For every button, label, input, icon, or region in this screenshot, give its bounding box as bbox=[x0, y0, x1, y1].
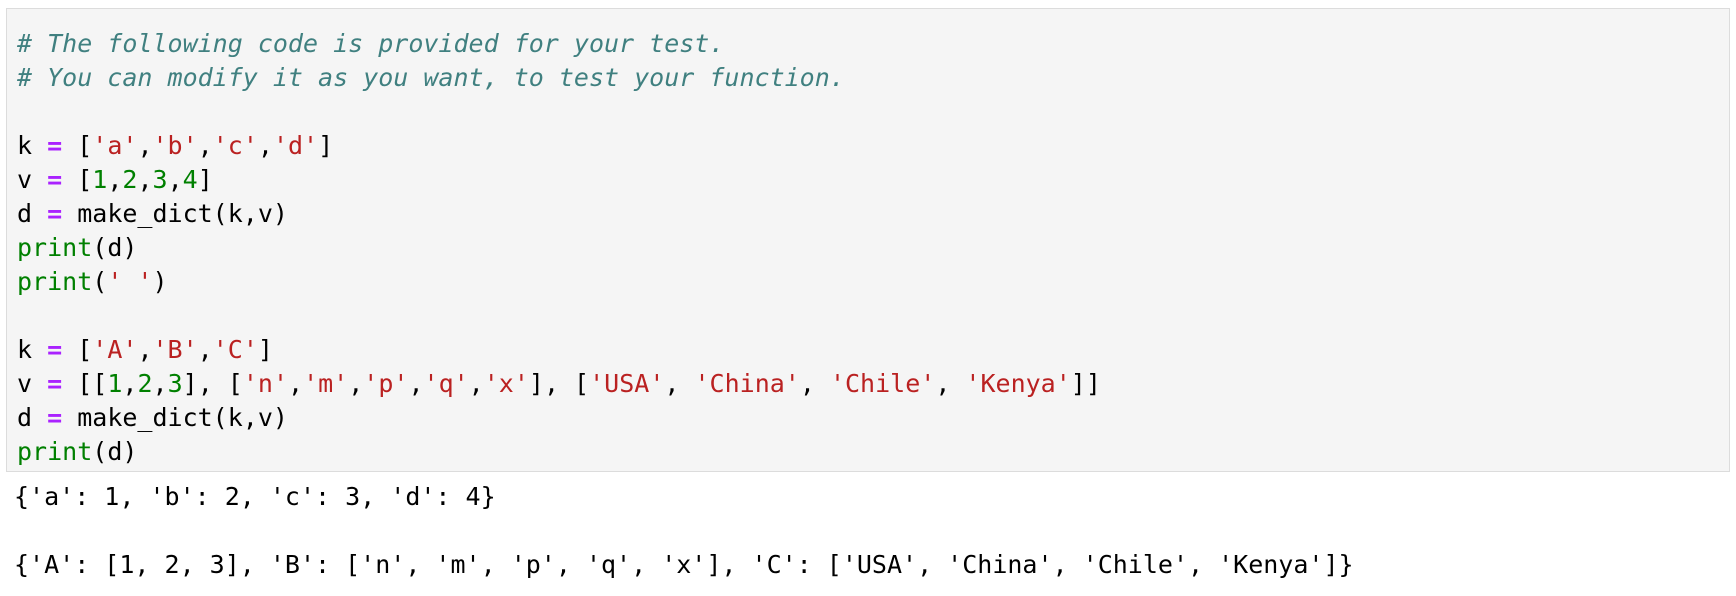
code-token-punct: , bbox=[288, 369, 304, 398]
code-token-num: 4 bbox=[182, 165, 198, 194]
code-token-punct: ], [ bbox=[182, 369, 243, 398]
code-line: print(d) bbox=[17, 435, 1101, 469]
code-token-name: make_dict(k,v) bbox=[62, 403, 288, 432]
code-token-punct: , bbox=[348, 369, 364, 398]
code-token-builtin: print bbox=[17, 437, 93, 466]
code-token-str: 'China' bbox=[694, 369, 800, 398]
code-token-str: 'p' bbox=[363, 369, 409, 398]
code-token-op: = bbox=[47, 335, 63, 364]
code-token-comment: # The following code is provided for you… bbox=[17, 29, 725, 58]
output-line: {'A': [1, 2, 3], 'B': ['n', 'm', 'p', 'q… bbox=[14, 550, 1354, 579]
code-line: d = make_dict(k,v) bbox=[17, 401, 1101, 435]
code-token-punct: (d) bbox=[92, 437, 138, 466]
cell-output-area: {'a': 1, 'b': 2, 'c': 3, 'd': 4} {'A': [… bbox=[0, 480, 1736, 590]
code-editor[interactable]: # The following code is provided for you… bbox=[17, 27, 1101, 469]
code-token-num: 2 bbox=[137, 369, 153, 398]
code-line: k = ['A','B','C'] bbox=[17, 333, 1101, 367]
code-token-str: ' ' bbox=[107, 267, 153, 296]
code-token-op: = bbox=[47, 369, 63, 398]
code-token-name: k bbox=[17, 131, 48, 160]
code-token-num: 1 bbox=[107, 369, 123, 398]
code-token-punct: [[ bbox=[62, 369, 108, 398]
code-token-name: k bbox=[17, 335, 48, 364]
code-token-str: 'USA' bbox=[589, 369, 665, 398]
code-token-num: 2 bbox=[122, 165, 138, 194]
code-token-punct: ( bbox=[92, 267, 108, 296]
code-token-punct: ] bbox=[197, 165, 213, 194]
code-token-op: = bbox=[47, 165, 63, 194]
code-token-str: 'B' bbox=[152, 335, 198, 364]
code-token-punct: ] bbox=[318, 131, 334, 160]
code-token-num: 1 bbox=[92, 165, 108, 194]
cell-output-text: {'a': 1, 'b': 2, 'c': 3, 'd': 4} {'A': [… bbox=[14, 480, 1354, 582]
code-token-str: 'n' bbox=[242, 369, 289, 398]
code-token-punct: , bbox=[408, 369, 424, 398]
code-line: # You can modify it as you want, to test… bbox=[17, 61, 1101, 95]
code-token-punct: , bbox=[468, 369, 484, 398]
code-token-punct: [ bbox=[62, 335, 93, 364]
code-token-punct: , bbox=[799, 369, 830, 398]
code-token-punct: ] bbox=[257, 335, 273, 364]
code-token-str: 'm' bbox=[303, 369, 349, 398]
code-token-str: 'q' bbox=[423, 369, 469, 398]
code-token-name: make_dict(k,v) bbox=[62, 199, 288, 228]
code-token-punct: , bbox=[197, 335, 213, 364]
code-line: d = make_dict(k,v) bbox=[17, 197, 1101, 231]
code-token-str: 'C' bbox=[212, 335, 258, 364]
code-token-op: = bbox=[47, 403, 63, 432]
code-token-name: v bbox=[17, 165, 48, 194]
code-token-punct: , bbox=[664, 369, 695, 398]
code-token-str: 'Chile' bbox=[829, 369, 936, 398]
code-line: v = [[1,2,3], ['n','m','p','q','x'], ['U… bbox=[17, 367, 1101, 401]
output-line: {'a': 1, 'b': 2, 'c': 3, 'd': 4} bbox=[14, 482, 496, 511]
code-token-punct: ) bbox=[152, 267, 168, 296]
code-token-punct: , bbox=[257, 131, 273, 160]
code-token-punct: [ bbox=[62, 131, 93, 160]
code-line: # The following code is provided for you… bbox=[17, 27, 1101, 61]
code-token-str: 'A' bbox=[92, 335, 138, 364]
code-token-name: v bbox=[17, 369, 48, 398]
code-token-punct: ], [ bbox=[528, 369, 590, 398]
code-token-name: d bbox=[17, 403, 48, 432]
code-token-punct: , bbox=[137, 165, 153, 194]
code-token-punct: , bbox=[152, 369, 168, 398]
code-token-punct: , bbox=[107, 165, 123, 194]
code-line: print(' ') bbox=[17, 265, 1101, 299]
code-token-punct: , bbox=[197, 131, 213, 160]
code-token-str: 'Kenya' bbox=[965, 369, 1071, 398]
code-token-punct: , bbox=[137, 131, 153, 160]
code-token-op: = bbox=[47, 131, 63, 160]
code-token-op: = bbox=[47, 199, 63, 228]
code-token-num: 3 bbox=[152, 165, 168, 194]
code-token-str: 'a' bbox=[92, 131, 138, 160]
code-line: print(d) bbox=[17, 231, 1101, 265]
code-token-punct: [ bbox=[62, 165, 93, 194]
code-token-comment: # You can modify it as you want, to test… bbox=[17, 63, 845, 92]
code-line: k = ['a','b','c','d'] bbox=[17, 129, 1101, 163]
code-token-str: 'd' bbox=[272, 131, 319, 160]
code-line: v = [1,2,3,4] bbox=[17, 163, 1101, 197]
code-token-punct: , bbox=[137, 335, 153, 364]
code-token-str: 'b' bbox=[152, 131, 198, 160]
code-token-punct: , bbox=[167, 165, 183, 194]
code-input-area[interactable]: # The following code is provided for you… bbox=[6, 8, 1730, 472]
code-token-str: 'x' bbox=[483, 369, 529, 398]
code-token-punct: , bbox=[122, 369, 138, 398]
code-token-name: d bbox=[17, 199, 48, 228]
code-token-str: 'c' bbox=[212, 131, 258, 160]
notebook-cell: # The following code is provided for you… bbox=[0, 0, 1736, 596]
code-token-num: 3 bbox=[167, 369, 183, 398]
code-token-punct: ]] bbox=[1070, 369, 1101, 398]
code-token-punct: , bbox=[935, 369, 966, 398]
code-token-builtin: print bbox=[17, 267, 93, 296]
code-token-punct: (d) bbox=[92, 233, 138, 262]
code-token-builtin: print bbox=[17, 233, 93, 262]
